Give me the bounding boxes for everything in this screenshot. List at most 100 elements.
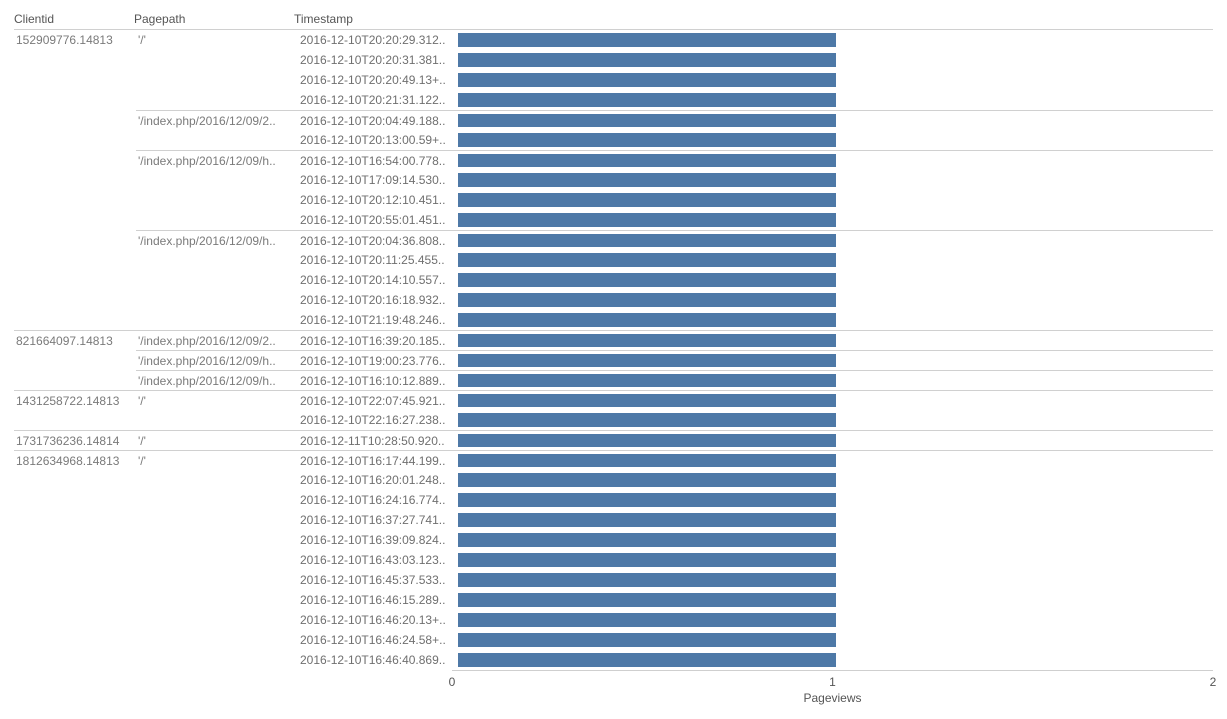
bar-cell xyxy=(458,490,1213,510)
timestamp-cell: 2016-12-10T22:16:27.238.. xyxy=(298,410,458,430)
timestamp-cell: 2016-12-10T16:39:09.824.. xyxy=(298,530,458,550)
pageviews-bar[interactable] xyxy=(458,133,836,147)
table-row: 2016-12-10T16:37:27.741.. xyxy=(14,510,1213,530)
table-row: 2016-12-10T16:46:15.289.. xyxy=(14,590,1213,610)
timestamp-cell: 2016-12-10T19:00:23.776.. xyxy=(298,350,458,370)
table-row: 2016-12-10T16:46:24.58+.. xyxy=(14,630,1213,650)
bar-cell xyxy=(458,70,1213,90)
pageviews-bar[interactable] xyxy=(458,93,836,107)
pageviews-bar[interactable] xyxy=(458,473,836,487)
clientid-cell xyxy=(14,210,136,230)
pageviews-bar[interactable] xyxy=(458,293,836,307)
pageviews-bar[interactable] xyxy=(458,513,836,527)
bar-cell xyxy=(458,390,1213,410)
table-row: 2016-12-10T16:43:03.123.. xyxy=(14,550,1213,570)
pageviews-bar[interactable] xyxy=(458,533,836,547)
table-row: 2016-12-10T21:19:48.246.. xyxy=(14,310,1213,330)
clientid-cell xyxy=(14,630,136,650)
header-clientid[interactable]: Clientid xyxy=(14,12,134,26)
pageviews-bar[interactable] xyxy=(458,33,836,47)
timestamp-cell: 2016-12-10T16:46:20.13+.. xyxy=(298,610,458,630)
clientid-cell xyxy=(14,550,136,570)
clientid-cell xyxy=(14,510,136,530)
pagepath-cell: '/index.php/2016/12/09/h.. xyxy=(136,150,298,170)
pageviews-bar[interactable] xyxy=(458,394,836,407)
pageviews-bar[interactable] xyxy=(458,653,836,667)
pageviews-bar[interactable] xyxy=(458,593,836,607)
clientid-cell xyxy=(14,530,136,550)
pageviews-bar[interactable] xyxy=(458,613,836,627)
pageviews-bar[interactable] xyxy=(458,553,836,567)
pageviews-bar[interactable] xyxy=(458,154,836,167)
clientid-cell: 1731736236.14814 xyxy=(14,430,136,450)
pagepath-cell xyxy=(136,190,298,210)
bar-cell xyxy=(458,90,1213,110)
pageviews-bar[interactable] xyxy=(458,413,836,427)
timestamp-cell: 2016-12-10T16:46:15.289.. xyxy=(298,590,458,610)
bar-cell xyxy=(458,370,1213,390)
bar-cell xyxy=(458,250,1213,270)
pageviews-bar[interactable] xyxy=(458,253,836,267)
timestamp-cell: 2016-12-10T16:24:16.774.. xyxy=(298,490,458,510)
pageviews-bar[interactable] xyxy=(458,114,836,127)
table-row: 152909776.14813'/'2016-12-10T20:20:29.31… xyxy=(14,30,1213,50)
bar-cell xyxy=(458,350,1213,370)
header-timestamp[interactable]: Timestamp xyxy=(294,12,452,26)
pageviews-bar[interactable] xyxy=(458,313,836,327)
pagepath-cell: '/index.php/2016/12/09/h.. xyxy=(136,350,298,370)
bar-cell xyxy=(458,210,1213,230)
clientid-cell xyxy=(14,470,136,490)
pageviews-bar[interactable] xyxy=(458,53,836,67)
header-pagepath[interactable]: Pagepath xyxy=(134,12,294,26)
table-row: 2016-12-10T16:46:20.13+.. xyxy=(14,610,1213,630)
x-axis-tick: 2 xyxy=(1210,675,1217,689)
timestamp-cell: 2016-12-10T20:21:31.122.. xyxy=(298,90,458,110)
pagepath-cell xyxy=(136,290,298,310)
clientid-cell xyxy=(14,110,136,130)
timestamp-cell: 2016-12-10T20:20:49.13+.. xyxy=(298,70,458,90)
pageviews-bar[interactable] xyxy=(458,374,836,387)
table-row: 2016-12-10T22:16:27.238.. xyxy=(14,410,1213,430)
pageviews-bar[interactable] xyxy=(458,193,836,207)
pageviews-bar[interactable] xyxy=(458,173,836,187)
bar-cell xyxy=(458,290,1213,310)
pageviews-bar[interactable] xyxy=(458,493,836,507)
pageviews-bar[interactable] xyxy=(458,334,836,347)
pagepath-cell: '/index.php/2016/12/09/2.. xyxy=(136,330,298,350)
table-row: 2016-12-10T20:13:00.59+.. xyxy=(14,130,1213,150)
pageviews-bar[interactable] xyxy=(458,213,836,227)
pageviews-bar[interactable] xyxy=(458,354,836,367)
timestamp-cell: 2016-12-10T20:12:10.451.. xyxy=(298,190,458,210)
pagepath-cell: '/index.php/2016/12/09/h.. xyxy=(136,370,298,390)
pageviews-bar[interactable] xyxy=(458,434,836,447)
bar-cell xyxy=(458,630,1213,650)
clientid-cell xyxy=(14,190,136,210)
pageviews-bar[interactable] xyxy=(458,273,836,287)
timestamp-cell: 2016-12-10T22:07:45.921.. xyxy=(298,390,458,410)
pagepath-cell xyxy=(136,410,298,430)
table-row: 2016-12-10T16:20:01.248.. xyxy=(14,470,1213,490)
bar-cell xyxy=(458,310,1213,330)
timestamp-cell: 2016-12-10T16:46:24.58+.. xyxy=(298,630,458,650)
pageviews-bar[interactable] xyxy=(458,234,836,247)
clientid-cell: 1812634968.14813 xyxy=(14,450,136,470)
bar-cell xyxy=(458,510,1213,530)
x-axis-tick: 0 xyxy=(449,675,456,689)
clientid-cell xyxy=(14,130,136,150)
pageviews-bar[interactable] xyxy=(458,73,836,87)
pagepath-cell xyxy=(136,550,298,570)
bar-cell xyxy=(458,430,1213,450)
pageviews-bar[interactable] xyxy=(458,573,836,587)
bar-cell xyxy=(458,270,1213,290)
pageviews-bar[interactable] xyxy=(458,633,836,647)
bar-cell xyxy=(458,110,1213,130)
table-row: 2016-12-10T20:12:10.451.. xyxy=(14,190,1213,210)
pagepath-cell xyxy=(136,510,298,530)
timestamp-cell: 2016-12-10T20:20:29.312.. xyxy=(298,30,458,50)
pagepath-cell xyxy=(136,590,298,610)
clientid-cell xyxy=(14,150,136,170)
pageviews-bar[interactable] xyxy=(458,454,836,467)
timestamp-cell: 2016-12-10T16:45:37.533.. xyxy=(298,570,458,590)
clientid-cell xyxy=(14,370,136,390)
clientid-cell xyxy=(14,310,136,330)
